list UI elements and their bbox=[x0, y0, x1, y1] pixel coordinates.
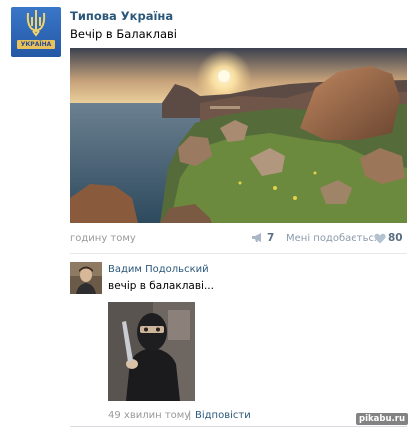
watermark: pikabu.ru bbox=[356, 413, 408, 425]
divider bbox=[70, 253, 407, 254]
divider bbox=[70, 426, 407, 427]
post-text: Вечір в Балаклаві bbox=[70, 27, 177, 41]
comment-divider: | bbox=[188, 410, 192, 421]
comment-timestamp[interactable]: 49 хвилин тому bbox=[108, 410, 190, 421]
commenter-avatar[interactable] bbox=[70, 262, 102, 294]
comment-author-link[interactable]: Вадим Подольский bbox=[108, 264, 209, 275]
comment-text: вечір в балаклаві... bbox=[108, 280, 214, 292]
post-timestamp[interactable]: годину тому bbox=[70, 233, 136, 244]
post-photo[interactable] bbox=[70, 48, 407, 223]
trident-icon bbox=[26, 10, 46, 37]
post-author-link[interactable]: Типова Україна bbox=[70, 9, 173, 23]
reply-link[interactable]: Відповісти bbox=[195, 410, 251, 421]
megaphone-icon[interactable] bbox=[251, 232, 267, 243]
share-count[interactable]: 7 bbox=[267, 232, 274, 244]
like-button[interactable]: Мені подобається bbox=[286, 233, 380, 244]
comment-photo[interactable] bbox=[108, 302, 195, 401]
community-avatar[interactable]: УКРАЇНА bbox=[11, 7, 61, 57]
heart-icon[interactable] bbox=[374, 233, 386, 244]
like-count[interactable]: 80 bbox=[388, 232, 403, 244]
avatar-banner: УКРАЇНА bbox=[17, 40, 55, 49]
